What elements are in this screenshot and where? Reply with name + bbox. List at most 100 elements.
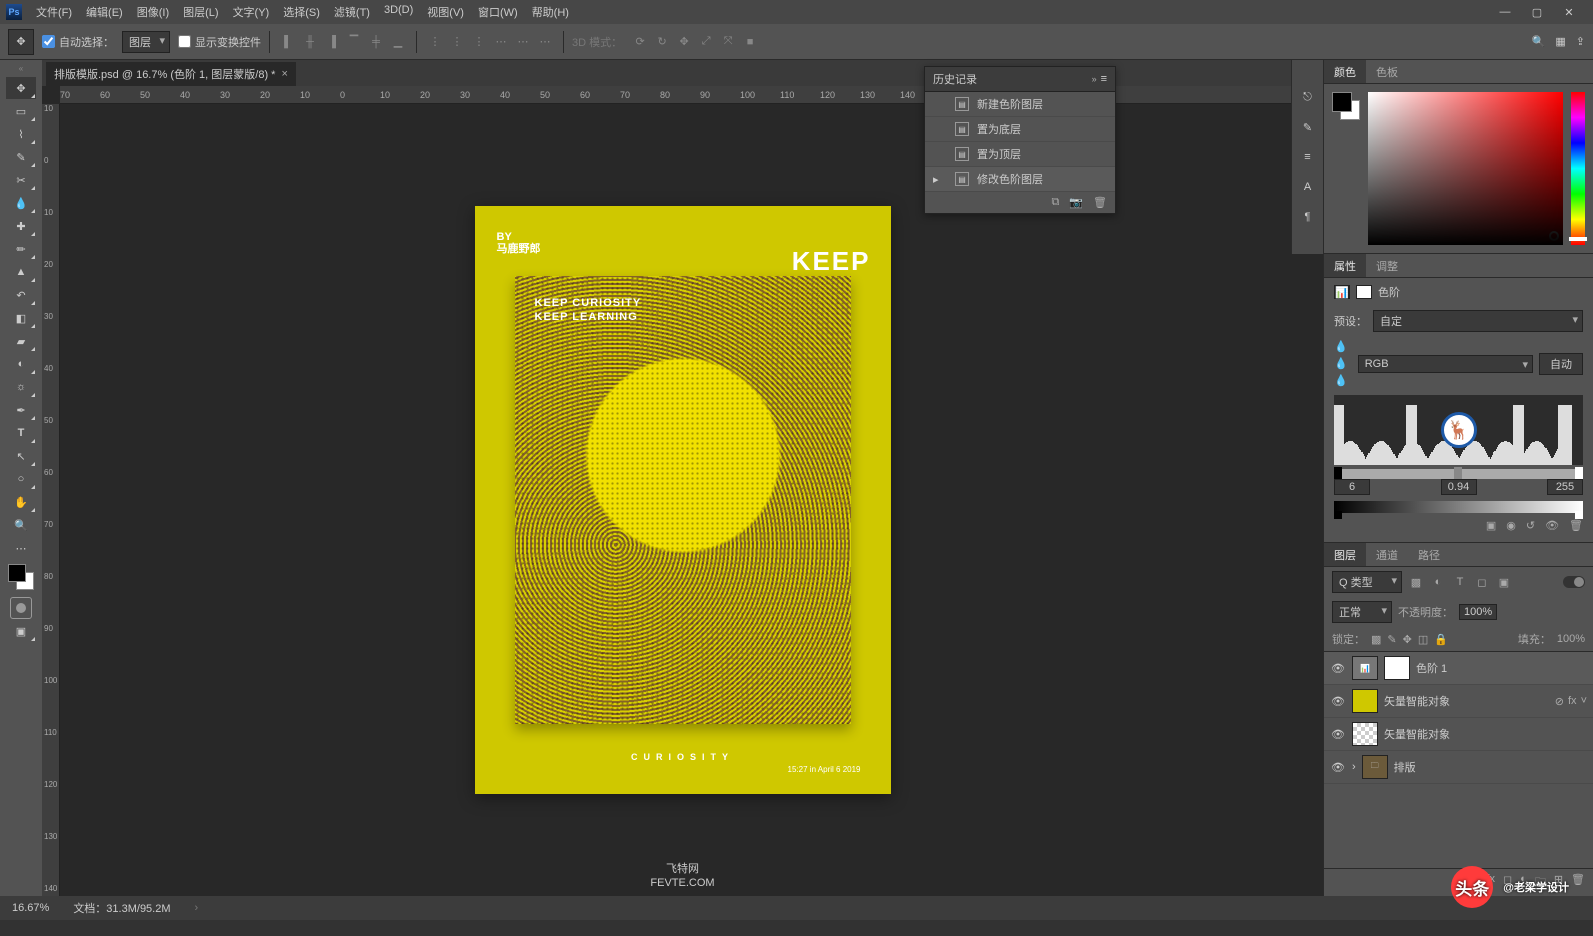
filter-kind-select[interactable]: Q 类型 bbox=[1332, 571, 1402, 593]
align-vcenter-icon[interactable]: ╪ bbox=[366, 32, 386, 52]
menu-select[interactable]: 选择(S) bbox=[277, 1, 326, 23]
3d-icon-6[interactable]: ■ bbox=[740, 32, 760, 52]
brush-tool[interactable]: ✏ bbox=[6, 238, 36, 260]
hue-slider[interactable] bbox=[1571, 92, 1585, 245]
input-gamma[interactable]: 0.94 bbox=[1441, 479, 1477, 495]
color-fgbg[interactable] bbox=[1332, 92, 1360, 120]
layer-row[interactable]: 👁 › 🗀 排版 bbox=[1324, 751, 1593, 784]
move-tool-icon[interactable]: ✥ bbox=[8, 29, 34, 55]
mask-thumb[interactable] bbox=[1384, 656, 1410, 680]
gradient-tool[interactable]: ▰ bbox=[6, 330, 36, 352]
history-item[interactable]: ▤置为底层 bbox=[925, 117, 1115, 142]
quick-select-tool[interactable]: ✎ bbox=[6, 146, 36, 168]
layer-name[interactable]: 色阶 1 bbox=[1416, 660, 1447, 676]
filter-smart-icon[interactable]: ▣ bbox=[1496, 574, 1512, 590]
filter-adjust-icon[interactable]: ◐ bbox=[1430, 574, 1446, 590]
tab-properties[interactable]: 属性 bbox=[1324, 254, 1366, 277]
channel-select[interactable]: RGB bbox=[1358, 355, 1533, 373]
reset-icon[interactable]: ↺ bbox=[1526, 519, 1535, 532]
new-doc-from-state-icon[interactable]: ⧉ bbox=[1051, 196, 1059, 209]
zoom-tool[interactable]: 🔍 bbox=[6, 514, 36, 536]
snapshot-icon[interactable]: 📷 bbox=[1069, 196, 1083, 209]
filter-pixel-icon[interactable]: ▩ bbox=[1408, 574, 1424, 590]
show-transform-checkbox[interactable] bbox=[178, 35, 191, 48]
lock-nest-icon[interactable]: ◫ bbox=[1418, 633, 1428, 646]
layer-row[interactable]: 👁 📊 色阶 1 bbox=[1324, 652, 1593, 685]
input-black[interactable]: 6 bbox=[1334, 479, 1370, 495]
canvas[interactable]: BY马鹿野郎 KEEP KEEP CURIOSITYKEEP LEARNING … bbox=[42, 104, 1323, 896]
chevron-right-icon[interactable]: › bbox=[1352, 761, 1356, 773]
crop-tool[interactable]: ✂ bbox=[6, 169, 36, 191]
layer-name[interactable]: 排版 bbox=[1394, 759, 1416, 775]
menu-help[interactable]: 帮助(H) bbox=[526, 1, 575, 23]
fill-value[interactable]: 100% bbox=[1557, 633, 1585, 645]
tab-channels[interactable]: 通道 bbox=[1366, 543, 1408, 566]
menu-edit[interactable]: 编辑(E) bbox=[80, 1, 129, 23]
marquee-tool[interactable]: ▭ bbox=[6, 100, 36, 122]
lock-pos-icon[interactable]: ✥ bbox=[1403, 633, 1412, 646]
document-tab[interactable]: 排版模版.psd @ 16.7% (色阶 1, 图层蒙版/8) * × bbox=[46, 62, 296, 86]
3d-icon-2[interactable]: ↻ bbox=[652, 32, 672, 52]
eye-icon[interactable]: 👁 bbox=[1330, 728, 1346, 741]
history-brush-tool[interactable]: ↶ bbox=[6, 284, 36, 306]
chevron-icon[interactable]: ˅ bbox=[1581, 695, 1587, 707]
3d-icon-3[interactable]: ✥ bbox=[674, 32, 694, 52]
menu-3d[interactable]: 3D(D) bbox=[378, 1, 419, 23]
workspace-icon[interactable]: ▦ bbox=[1555, 35, 1565, 48]
auto-select-target[interactable]: 图层 bbox=[122, 31, 170, 53]
delete-layer-icon[interactable]: 🗑 bbox=[1571, 873, 1585, 892]
dock-icon-2[interactable]: ✎ bbox=[1299, 118, 1317, 136]
dock-icon-5[interactable]: ¶ bbox=[1299, 208, 1317, 226]
history-item[interactable]: ▤新建色阶图层 bbox=[925, 92, 1115, 117]
visibility-icon[interactable]: 👁 bbox=[1545, 519, 1559, 532]
filter-switch[interactable] bbox=[1563, 576, 1585, 588]
collapse-panel-icon[interactable]: » bbox=[1092, 74, 1095, 84]
shape-tool[interactable]: ○ bbox=[6, 468, 36, 490]
search-icon[interactable]: 🔍 bbox=[1532, 35, 1546, 48]
lasso-tool[interactable]: ⌇ bbox=[6, 123, 36, 145]
distribute-2-icon[interactable]: ⋮ bbox=[447, 32, 467, 52]
color-swatch-tool[interactable] bbox=[8, 564, 34, 590]
lock-trans-icon[interactable]: ▩ bbox=[1371, 633, 1381, 646]
fx-label[interactable]: fx bbox=[1568, 695, 1577, 707]
align-top-icon[interactable]: ▔ bbox=[344, 32, 364, 52]
type-tool[interactable]: T bbox=[6, 422, 36, 444]
eyedropper-gray-icon[interactable]: 💧 bbox=[1334, 357, 1348, 370]
menu-file[interactable]: 文件(F) bbox=[30, 1, 78, 23]
3d-icon-4[interactable]: ⤢ bbox=[696, 32, 716, 52]
panel-menu-icon[interactable]: ≡ bbox=[1101, 73, 1107, 85]
layer-row[interactable]: 👁 矢量智能对象 ⊘ fx ˅ bbox=[1324, 685, 1593, 718]
mask-icon[interactable] bbox=[1356, 285, 1372, 299]
input-white[interactable]: 255 bbox=[1547, 479, 1583, 495]
window-minimize-icon[interactable]: — bbox=[1493, 6, 1517, 19]
3d-icon-5[interactable]: ⤧ bbox=[718, 32, 738, 52]
layer-name[interactable]: 矢量智能对象 bbox=[1384, 726, 1450, 742]
trash-icon[interactable]: 🗑 bbox=[1569, 519, 1583, 532]
zoom-level[interactable]: 16.67% bbox=[12, 902, 49, 914]
ruler-horizontal[interactable]: 7060504030201001020304050607080901001101… bbox=[60, 86, 1323, 104]
quickmask-icon[interactable] bbox=[10, 597, 32, 619]
distribute-6-icon[interactable]: ⋯ bbox=[535, 32, 555, 52]
layer-row[interactable]: 👁 矢量智能对象 bbox=[1324, 718, 1593, 751]
align-right-icon[interactable]: ▐ bbox=[322, 32, 342, 52]
dock-icon-1[interactable]: ⎋ bbox=[1299, 88, 1317, 106]
window-close-icon[interactable]: ✕ bbox=[1557, 6, 1581, 19]
close-icon[interactable]: × bbox=[281, 68, 287, 80]
clip-icon[interactable]: ▣ bbox=[1486, 519, 1496, 532]
edit-toolbar[interactable]: ⋯ bbox=[6, 537, 36, 559]
eye-icon[interactable]: 👁 bbox=[1330, 695, 1346, 708]
link-icon[interactable]: ⊘ bbox=[1555, 695, 1564, 708]
3d-icon-1[interactable]: ⟳ bbox=[630, 32, 650, 52]
auto-button[interactable]: 自动 bbox=[1539, 353, 1583, 375]
stamp-tool[interactable]: ▲ bbox=[6, 261, 36, 283]
move-tool[interactable]: ✥ bbox=[6, 77, 36, 99]
preset-select[interactable]: 自定 bbox=[1373, 310, 1583, 332]
layer-name[interactable]: 矢量智能对象 bbox=[1384, 693, 1450, 709]
filter-shape-icon[interactable]: ◻ bbox=[1474, 574, 1490, 590]
distribute-3-icon[interactable]: ⋮ bbox=[469, 32, 489, 52]
align-hcenter-icon[interactable]: ╫ bbox=[300, 32, 320, 52]
delete-state-icon[interactable]: 🗑 bbox=[1093, 196, 1107, 209]
menu-filter[interactable]: 滤镜(T) bbox=[328, 1, 376, 23]
lock-paint-icon[interactable]: ✎ bbox=[1387, 633, 1396, 646]
history-item[interactable]: ▤置为顶层 bbox=[925, 142, 1115, 167]
